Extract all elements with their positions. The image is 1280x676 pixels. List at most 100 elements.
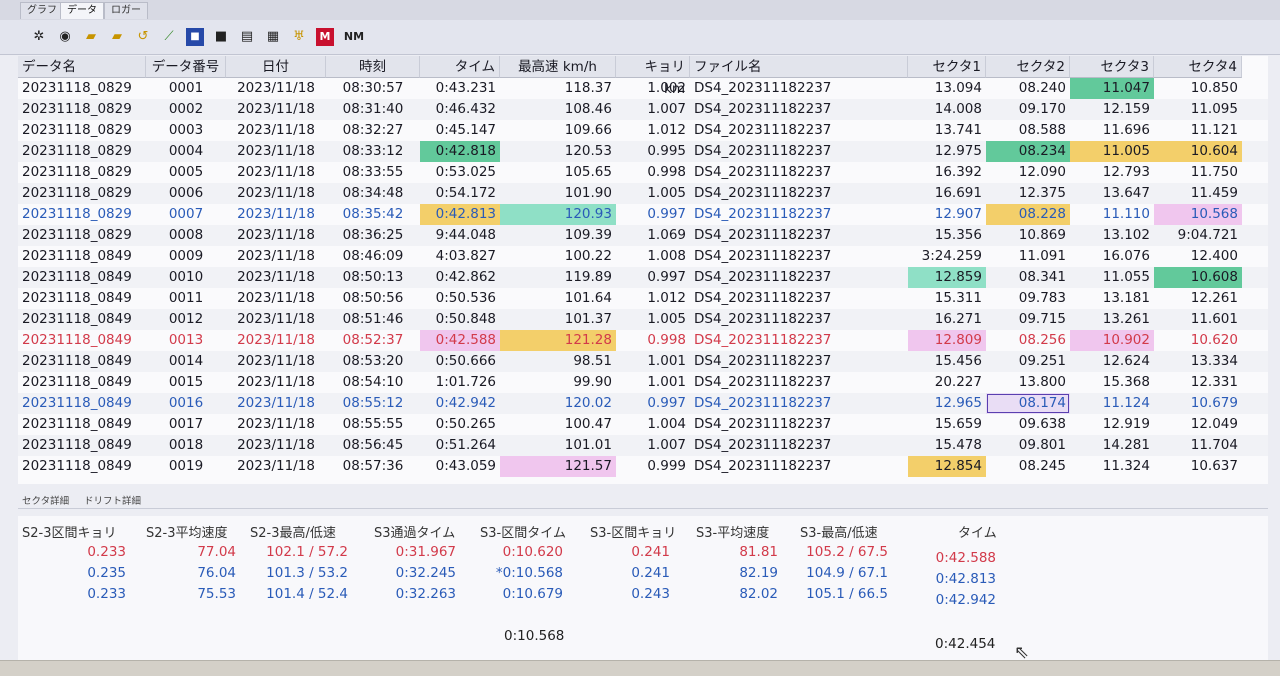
table-cell: 08.174: [986, 393, 1070, 414]
lower-cell: 104.9 / 67.1: [806, 565, 888, 581]
table-cell: 101.01: [564, 437, 612, 453]
table-cell: 08:46:09: [342, 248, 404, 264]
column-header-10[interactable]: セクタ3: [1070, 56, 1154, 78]
print-icon[interactable]: ▤: [238, 28, 256, 46]
table-row[interactable]: 20231118_0849 0017 2023/11/18 08:55:55 0:50.…: [18, 414, 1268, 435]
table-cell: 11.110: [1102, 206, 1150, 222]
settings-icon[interactable]: ✲: [30, 28, 48, 46]
lower-cell: 0:32.245: [395, 565, 456, 581]
table-row[interactable]: 20231118_0829 0008 2023/11/18 08:36:25 9:44.…: [18, 225, 1268, 246]
lower-column-header-6: S3-平均速度: [696, 526, 770, 541]
save-as-icon[interactable]: ■: [212, 28, 230, 46]
table-cell: 121.57: [500, 456, 616, 477]
tab-2[interactable]: ロガー: [104, 2, 148, 19]
table-cell: 2023/11/18: [237, 101, 315, 117]
table-cell: 0.999: [647, 458, 686, 474]
table-cell: 2023/11/18: [237, 122, 315, 138]
calendar-icon[interactable]: ▦: [264, 28, 282, 46]
table-cell: 1.012: [647, 290, 686, 306]
tab-0[interactable]: グラフ: [20, 2, 64, 19]
table-row[interactable]: 20231118_0829 0003 2023/11/18 08:32:27 0:45.…: [18, 120, 1268, 141]
table-row[interactable]: 20231118_0829 0004 2023/11/18 08:33:12 0:42.…: [18, 141, 1268, 162]
table-row[interactable]: 20231118_0849 0016 2023/11/18 08:55:12 0:42.…: [18, 393, 1268, 414]
table-cell: 16.392: [934, 164, 982, 180]
table-cell: 0.995: [647, 143, 686, 159]
column-header-2[interactable]: 日付: [226, 56, 326, 78]
table-row[interactable]: 20231118_0849 0014 2023/11/18 08:53:20 0:50.…: [18, 351, 1268, 372]
lower-tab-0[interactable]: セクタ詳細: [22, 493, 69, 507]
nm-icon[interactable]: NM: [342, 28, 366, 46]
table-cell: 15.368: [1102, 374, 1150, 390]
column-header-6[interactable]: キョリ km: [616, 56, 690, 97]
table-row[interactable]: 20231118_0829 0002 2023/11/18 08:31:40 0:46.…: [18, 99, 1268, 120]
table-cell: 20231118_0829: [22, 122, 132, 138]
table-row[interactable]: 20231118_0829 0006 2023/11/18 08:34:48 0:54.…: [18, 183, 1268, 204]
table-cell: 09.251: [1018, 353, 1066, 369]
table-row[interactable]: 20231118_0849 0019 2023/11/18 08:57:36 0:43.…: [18, 456, 1268, 477]
table-cell: 11.005: [1070, 141, 1154, 162]
table-cell: 13.741: [934, 122, 982, 138]
lower-cell: 0.241: [631, 544, 670, 560]
table-cell: 105.65: [564, 164, 612, 180]
table-row[interactable]: 20231118_0849 0009 2023/11/18 08:46:09 4:03.…: [18, 246, 1268, 267]
table-row[interactable]: 20231118_0829 0001 2023/11/18 08:30:57 0:43.…: [18, 78, 1268, 99]
table-row[interactable]: 20231118_0849 0012 2023/11/18 08:51:46 0:50.…: [18, 309, 1268, 330]
table-cell: DS4_202311182237: [694, 248, 832, 264]
table-cell: DS4_202311182237: [694, 185, 832, 201]
table-row[interactable]: 20231118_0849 0013 2023/11/18 08:52:37 0:42.…: [18, 330, 1268, 351]
lower-cell: 0.241: [631, 565, 670, 581]
column-header-0[interactable]: データ名: [18, 56, 146, 78]
table-row[interactable]: 20231118_0849 0018 2023/11/18 08:56:45 0:51.…: [18, 435, 1268, 456]
table-cell: DS4_202311182237: [694, 227, 832, 243]
column-header-4[interactable]: タイム: [420, 56, 500, 78]
column-header-9[interactable]: セクタ2: [986, 56, 1070, 78]
table-row[interactable]: 20231118_0849 0015 2023/11/18 08:54:10 1:01.…: [18, 372, 1268, 393]
table-row[interactable]: 20231118_0849 0010 2023/11/18 08:50:13 0:42.…: [18, 267, 1268, 288]
total-s3-section-time: 0:10.568: [504, 628, 565, 644]
table-cell: 109.66: [564, 122, 612, 138]
table-cell: 15.659: [934, 416, 982, 432]
lower-cell: 81.81: [739, 544, 778, 560]
table-cell: 12.907: [934, 206, 982, 222]
table-cell: 118.37: [564, 80, 612, 96]
table-cell: 20231118_0829: [22, 185, 132, 201]
column-header-5[interactable]: 最高速 km/h: [500, 56, 616, 78]
table-cell: 0.998: [647, 164, 686, 180]
total-time: 0:42.454: [935, 636, 996, 652]
lower-cell: 0.233: [87, 586, 126, 602]
table-row[interactable]: 20231118_0829 0005 2023/11/18 08:33:55 0:53.…: [18, 162, 1268, 183]
undo-icon[interactable]: ↺: [134, 28, 152, 46]
column-header-11[interactable]: セクタ4: [1154, 56, 1242, 78]
record-icon[interactable]: ◉: [56, 28, 74, 46]
lower-tab-1[interactable]: ドリフト詳細: [84, 493, 141, 507]
tab-1[interactable]: データ: [60, 2, 104, 19]
save-icon[interactable]: ■: [186, 28, 204, 46]
table-cell: 10.568: [1154, 204, 1242, 225]
table-cell: 12.159: [1102, 101, 1150, 117]
table-cell: 10.604: [1154, 141, 1242, 162]
lower-cell: 82.02: [739, 586, 778, 602]
table-cell: 12.400: [1190, 248, 1238, 264]
table-cell: 08.234: [986, 141, 1070, 162]
table-cell: 1.069: [647, 227, 686, 243]
column-header-8[interactable]: セクタ1: [908, 56, 986, 78]
sector-detail-panel: 0:10.568 0:42.454 S2-3区間キョリ S2-3平均速度 S2-3最…: [18, 516, 1268, 666]
table-cell: 0010: [168, 269, 204, 285]
m-icon[interactable]: M: [316, 28, 334, 46]
table-row[interactable]: 20231118_0829 0007 2023/11/18 08:35:42 0:42.…: [18, 204, 1268, 225]
column-header-1[interactable]: データ番号: [146, 56, 226, 78]
table-cell: 13.261: [1102, 311, 1150, 327]
column-header-7[interactable]: ファイル名: [690, 56, 908, 78]
table-cell: DS4_202311182237: [694, 416, 832, 432]
table-cell: DS4_202311182237: [694, 374, 832, 390]
table-row[interactable]: 20231118_0849 0011 2023/11/18 08:50:56 0:50.…: [18, 288, 1268, 309]
chart-icon[interactable]: ⟋: [160, 28, 178, 46]
table-cell: 08:50:56: [342, 290, 404, 306]
table-cell: 0.997: [647, 206, 686, 222]
folder-icon[interactable]: ▰: [108, 28, 126, 46]
column-header-3[interactable]: 時刻: [326, 56, 420, 78]
table-cell: 12.854: [908, 456, 986, 477]
lower-cell: 105.2 / 67.5: [806, 544, 888, 560]
open-folder-icon[interactable]: ▰: [82, 28, 100, 46]
filter-icon[interactable]: ♅: [290, 28, 308, 46]
